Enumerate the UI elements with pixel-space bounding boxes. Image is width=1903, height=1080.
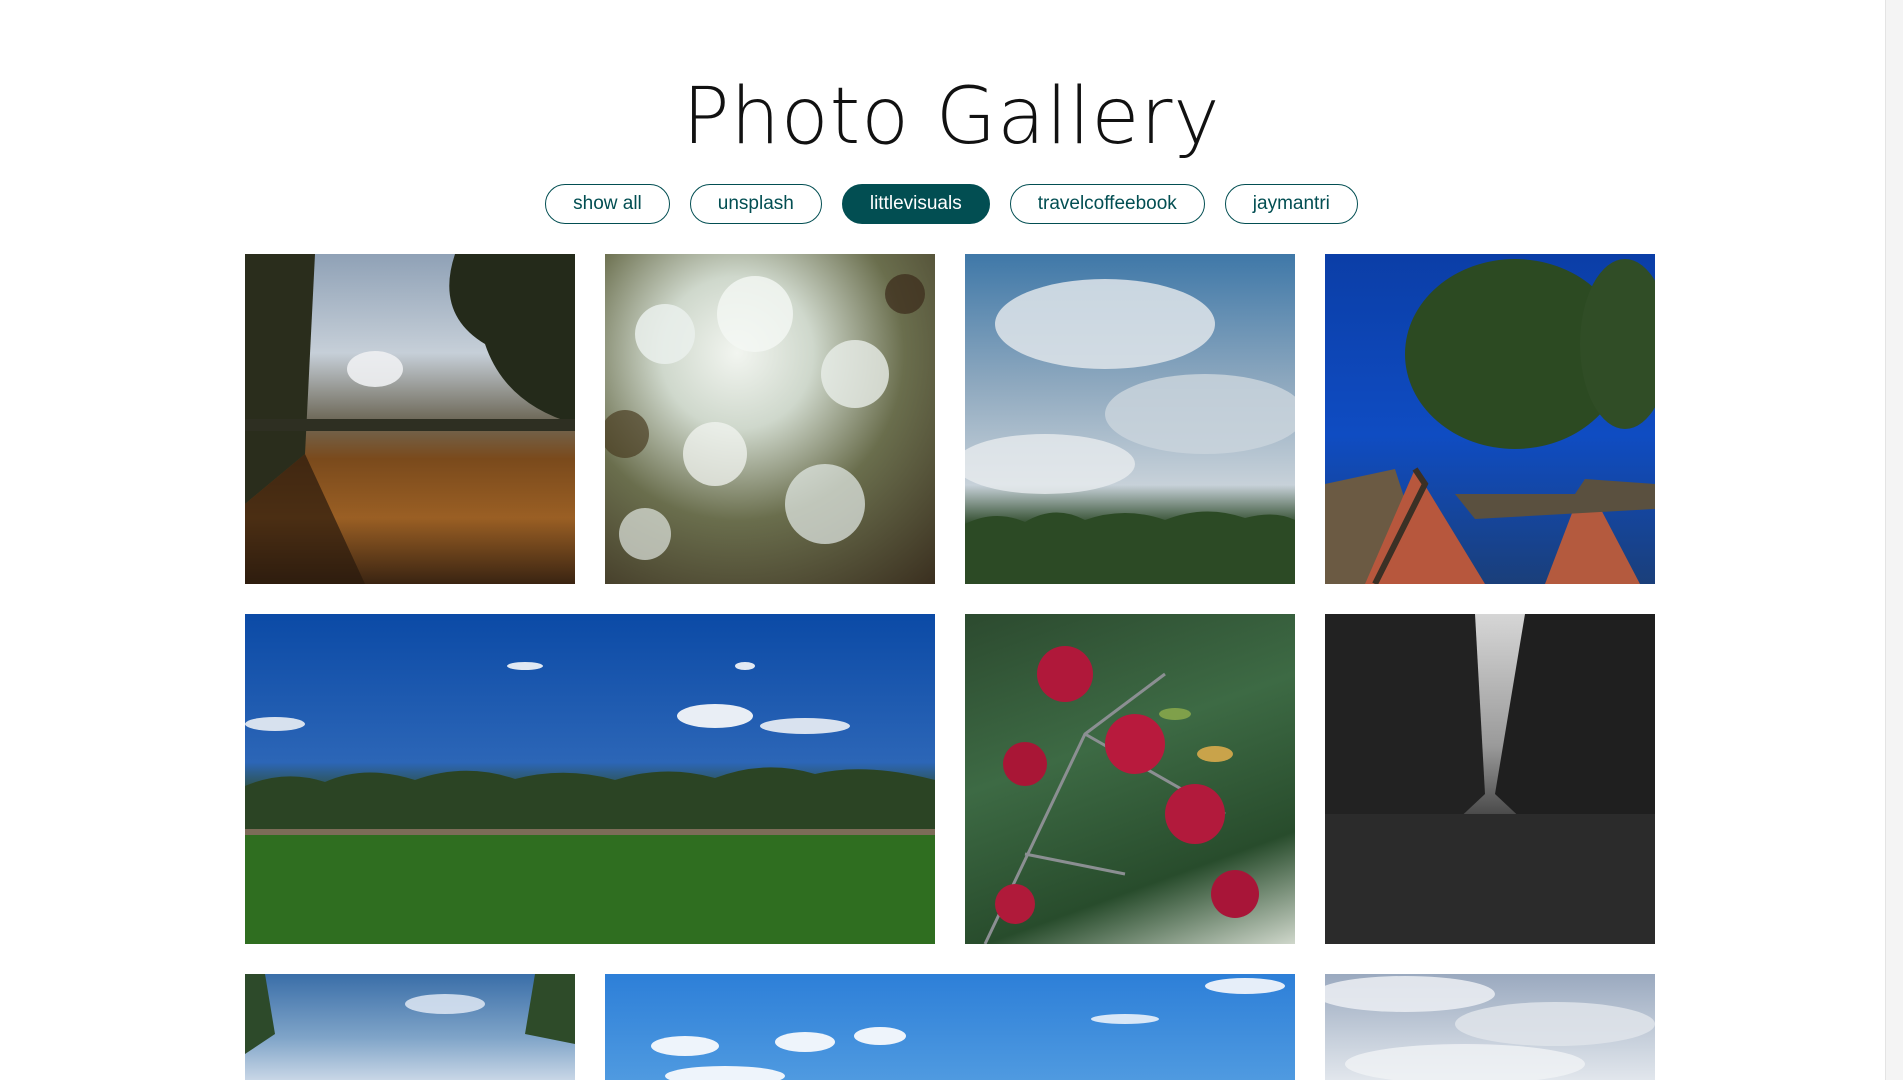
bokeh-art <box>605 274 925 560</box>
brick-roofs-art <box>1325 259 1655 584</box>
rowan-berries-art <box>983 646 1259 944</box>
filter-show-all-button[interactable]: show all <box>545 184 670 224</box>
filter-travelcoffeebook-button[interactable]: travelcoffeebook <box>1009 184 1205 224</box>
clouds-art <box>965 279 1295 584</box>
tree-avenue-art <box>1325 614 1655 944</box>
meadow-art <box>245 662 935 944</box>
trees-sky-art <box>245 974 575 1054</box>
gallery-photo-tree-avenue[interactable] <box>1325 614 1655 944</box>
filter-littlevisuals-button[interactable]: littlevisuals <box>841 184 990 224</box>
filter-bar: show all unsplash littlevisuals travelco… <box>0 184 1903 224</box>
blue-sky-art <box>651 978 1285 1080</box>
gallery-photo-wheat-field[interactable] <box>245 254 575 584</box>
filter-jaymantri-button[interactable]: jaymantri <box>1224 184 1358 224</box>
gallery-photo-brick-roofs[interactable] <box>1325 254 1655 584</box>
vertical-scrollbar[interactable] <box>1885 0 1903 1080</box>
wheat-field-art <box>245 254 575 584</box>
gallery-photo-clouds[interactable] <box>965 254 1295 584</box>
page-title: Photo Gallery <box>682 72 1221 162</box>
overcast-art <box>1325 976 1655 1080</box>
filter-unsplash-button[interactable]: unsplash <box>689 184 822 224</box>
gallery-photo-overcast[interactable] <box>1325 974 1655 1080</box>
gallery-photo-rowan-berries[interactable] <box>965 614 1295 944</box>
gallery-photo-bokeh[interactable] <box>605 254 935 584</box>
gallery-photo-meadow[interactable] <box>245 614 935 944</box>
gallery-photo-trees-sky[interactable] <box>245 974 575 1080</box>
gallery-photo-blue-sky[interactable] <box>605 974 1295 1080</box>
